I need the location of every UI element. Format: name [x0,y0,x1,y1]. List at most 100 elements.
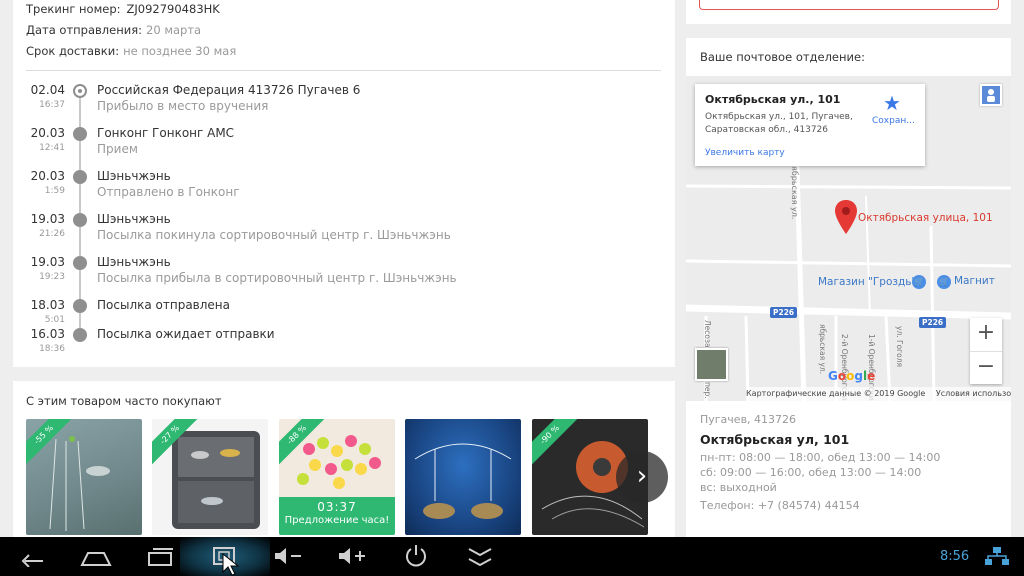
event-place: Гонконг Гонконг АМС [97,126,235,140]
office-city: Пугачев, 413726 [700,413,797,426]
timeline-event: 20.03 1:59 Шэньчжэнь Отправлено в Гонкон… [13,169,675,209]
timeline-event: 16.03 18:36 Посылка ожидает отправки [13,327,675,367]
road-number-badge: P226 [770,307,798,318]
event-time: 1:59 [44,186,65,196]
event-place: Российская Федерация 413726 Пугачев 6 [97,83,361,97]
event-date: 20.03 [30,169,65,183]
event-dot-icon [73,328,87,342]
event-dot-icon [73,299,87,313]
carousel-next-button[interactable]: › [616,451,668,503]
collapse-icon[interactable] [458,537,502,576]
power-icon[interactable] [394,537,438,576]
back-icon[interactable] [10,537,54,576]
office-hours-sunday: вс: выходной [700,481,777,494]
product-carousel: -55 % -27 % -88 % 03:37 Предложение часа… [26,419,656,535]
zoom-out-button[interactable]: − [970,351,1002,383]
street-label: ул. Гоголя [895,326,904,367]
delivery-term-value: не позднее 30 мая [123,44,237,58]
deal-timer: 03:37 [317,500,357,514]
sent-date-value: 20 марта [146,23,202,37]
event-place: Посылка ожидает отправки [97,327,275,341]
tracking-number-label: Трекинг номер: [26,2,121,16]
timeline-event: 19.03 19:23 Шэньчжэнь Посылка прибыла в … [13,255,675,295]
zoom-controls: + − [970,318,1002,384]
popup-address: Октябрьская ул., 101, Пугачев, Саратовск… [705,112,853,135]
event-time: 18:36 [39,344,65,354]
event-date: 02.04 [30,83,65,97]
event-status: Посылка покинула сортировочный центр г. … [97,228,451,242]
top-right-card [686,0,1011,24]
event-status: Отправлено в Гонконг [97,185,240,199]
map-info-popup: Октябрьская ул., 101 Октябрьская ул., 10… [695,84,925,166]
office-hours-saturday: сб: 09:00 — 16:00, обед 13:00 — 14:00 [700,466,922,479]
enlarge-map-link[interactable]: Увеличить карту [705,148,785,158]
event-current-dot-icon [73,84,87,98]
event-date: 18.03 [30,298,65,312]
star-icon[interactable]: ★ [883,91,901,115]
timeline-event: 19.03 21:26 Шэньчжэнь Посылка покинула с… [13,212,675,252]
office-hours-weekdays: пн-пт: 08:00 — 18:00, обед 13:00 — 14:00 [700,451,941,464]
volume-down-icon[interactable] [266,537,310,576]
road-number-badge: P226 [919,317,947,328]
poi-label: Магазин "Гроздь" [818,276,917,288]
poi-label: Магнит [954,275,995,287]
event-dot-icon [73,127,87,141]
event-place: Шэньчжэнь [97,255,171,269]
shop-icon[interactable]: 🛒 [912,275,926,289]
recents-icon[interactable] [138,537,182,576]
network-icon [985,547,1009,565]
tracking-number-value: ZJ092790483HK [126,2,220,16]
chevron-right-icon: › [636,461,648,491]
event-time: 19:23 [39,272,65,282]
shop-icon[interactable]: 🛒 [937,275,951,289]
status-clock: 8:56 [940,549,970,564]
event-time: 12:41 [39,143,65,153]
section-title: С этим товаром часто покупают [26,394,222,408]
mouse-cursor-icon [222,553,240,576]
event-time: 16:37 [39,100,65,110]
post-office-title: Ваше почтовое отделение: [700,50,865,64]
street-label: ябрьская ул. [790,166,799,220]
terms-link[interactable]: Условия использования [936,389,1011,398]
system-navigation-bar: 8:56 [0,537,1024,576]
delivery-term-label: Срок доставки: [26,44,120,58]
product-card[interactable]: -88 % 03:37 Предложение часа! [279,419,395,535]
tracking-number-row: Трекинг номер: ZJ092790483HK [26,2,220,16]
event-date: 19.03 [30,212,65,226]
map[interactable]: Октябрьская ул., 101 Октябрьская ул., 10… [686,76,1011,401]
product-card[interactable]: -55 % [26,419,142,535]
map-footer: Картографические данные © 2019 Google Ус… [746,387,1011,401]
satellite-toggle-button[interactable] [695,348,728,381]
event-place: Посылка отправлена [97,298,230,312]
product-card[interactable] [405,419,521,535]
event-time: 5:01 [44,315,65,325]
frequently-bought-card: С этим товаром часто покупают -55 % -27 … [13,381,675,541]
post-office-card: Ваше почтовое отделение: Октябрьская ул.… [686,38,1011,541]
event-dot-icon [73,213,87,227]
event-time: 21:26 [39,229,65,239]
deal-label: Предложение часа! [284,515,390,526]
event-status: Посылка прибыла в сортировочный центр г.… [97,271,457,285]
zoom-in-button[interactable]: + [970,318,1002,350]
product-card[interactable]: -27 % [152,419,268,535]
map-data-credit: Картографические данные © 2019 Google [746,389,926,398]
input-box[interactable] [699,0,999,10]
tracking-card: Трекинг номер: ZJ092790483HK Дата отправл… [13,0,675,367]
product-image [414,443,512,519]
home-icon[interactable] [74,537,118,576]
event-date: 19.03 [30,255,65,269]
google-logo: Google [828,369,876,383]
volume-up-icon[interactable] [330,537,374,576]
event-place: Шэньчжэнь [97,212,171,226]
street-label: ябрьская ул. [818,324,827,375]
street-view-pegman-icon[interactable] [980,84,1002,106]
office-phone: Телефон: +7 (84574) 44154 [700,499,860,512]
marker-label: Октябрьская улица, 101 [858,212,993,224]
map-marker-icon[interactable] [835,200,857,234]
timeline-event: 02.04 16:37 Российская Федерация 413726 … [13,83,675,123]
sent-date-row: Дата отправления: 20 марта [26,23,201,37]
event-dot-icon [73,256,87,270]
popup-title: Октябрьская ул., 101 [705,93,841,106]
event-date: 16.03 [30,327,65,341]
save-place-link[interactable]: Сохран... [872,116,915,126]
